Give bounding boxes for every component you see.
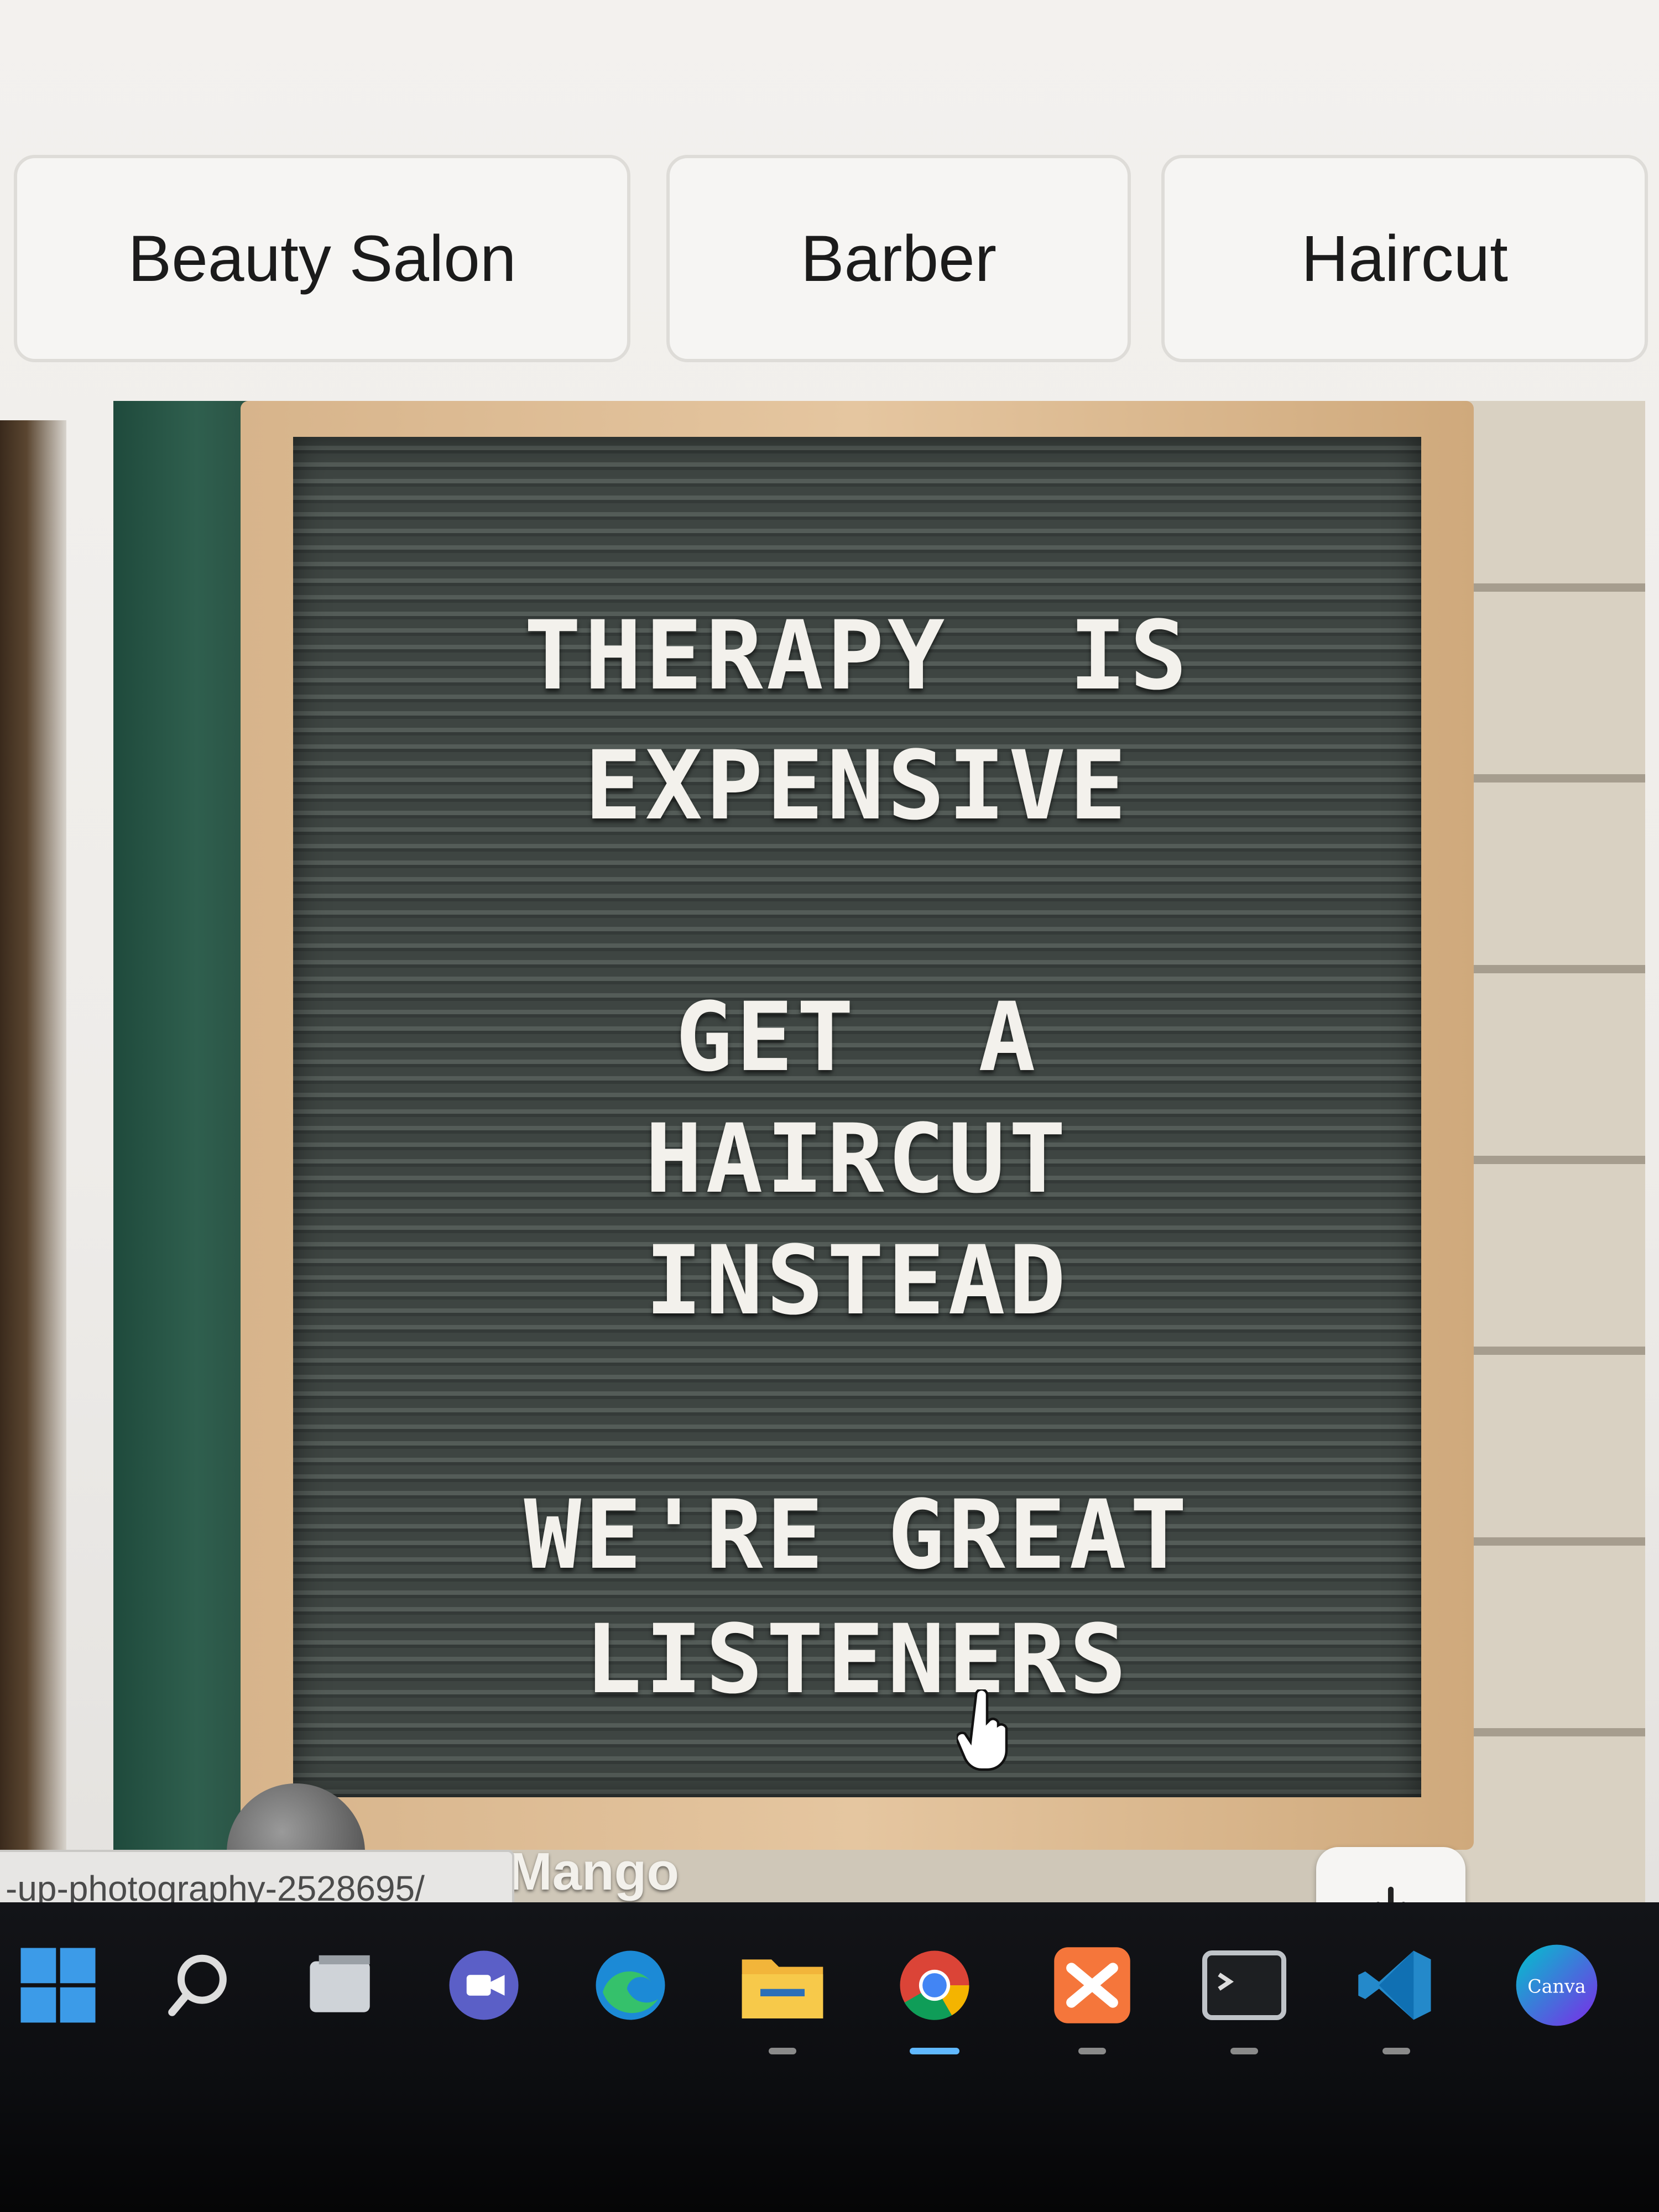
windows-start-icon[interactable] xyxy=(11,1938,105,2032)
sign-line: GET A xyxy=(675,982,1039,1093)
tag-chip-haircut[interactable]: Haircut xyxy=(1161,155,1648,362)
letter-board-frame: THERAPY IS EXPENSIVE GET A HAIRCUT INSTE… xyxy=(241,401,1474,1850)
letter-board: THERAPY IS EXPENSIVE GET A HAIRCUT INSTE… xyxy=(293,437,1421,1797)
canva-icon[interactable]: Canva xyxy=(1510,1938,1604,2032)
teams-meet-icon[interactable] xyxy=(437,1938,531,2032)
adjacent-photo-thumbnail[interactable] xyxy=(0,420,66,1858)
tag-chip-beauty-salon[interactable]: Beauty Salon xyxy=(14,155,630,362)
related-tags-bar: Beauty Salon Barber Haircut xyxy=(14,147,1651,368)
terminal-icon[interactable] xyxy=(1197,1938,1291,2054)
canva-label: Canva xyxy=(1527,1975,1586,1997)
sign-line: HAIRCUT xyxy=(645,1103,1070,1214)
xampp-icon[interactable] xyxy=(1045,1938,1139,2054)
browser-viewport: Beauty Salon Barber Haircut THERAPY IS E… xyxy=(0,0,1659,1977)
windows-taskbar: Canva xyxy=(0,1902,1659,2212)
tag-chip-barber[interactable]: Barber xyxy=(666,155,1131,362)
sign-line: EXPENSIVE xyxy=(585,730,1130,841)
vscode-icon[interactable] xyxy=(1349,1938,1443,2054)
search-icon[interactable] xyxy=(152,1938,246,2032)
sign-line: THERAPY IS xyxy=(524,600,1191,711)
edge-browser-icon[interactable] xyxy=(583,1938,677,2032)
sign-line: INSTEAD xyxy=(645,1225,1070,1336)
task-view-icon[interactable] xyxy=(296,1938,390,2032)
sign-line: LISTENERS xyxy=(585,1604,1130,1715)
sign-line: WE'RE GREAT xyxy=(524,1479,1191,1590)
file-explorer-icon[interactable] xyxy=(735,1938,830,2054)
chrome-browser-icon[interactable] xyxy=(888,1938,982,2054)
photo-card[interactable]: THERAPY IS EXPENSIVE GET A HAIRCUT INSTE… xyxy=(113,401,1645,1938)
hand-cursor-icon xyxy=(957,1689,1008,1771)
